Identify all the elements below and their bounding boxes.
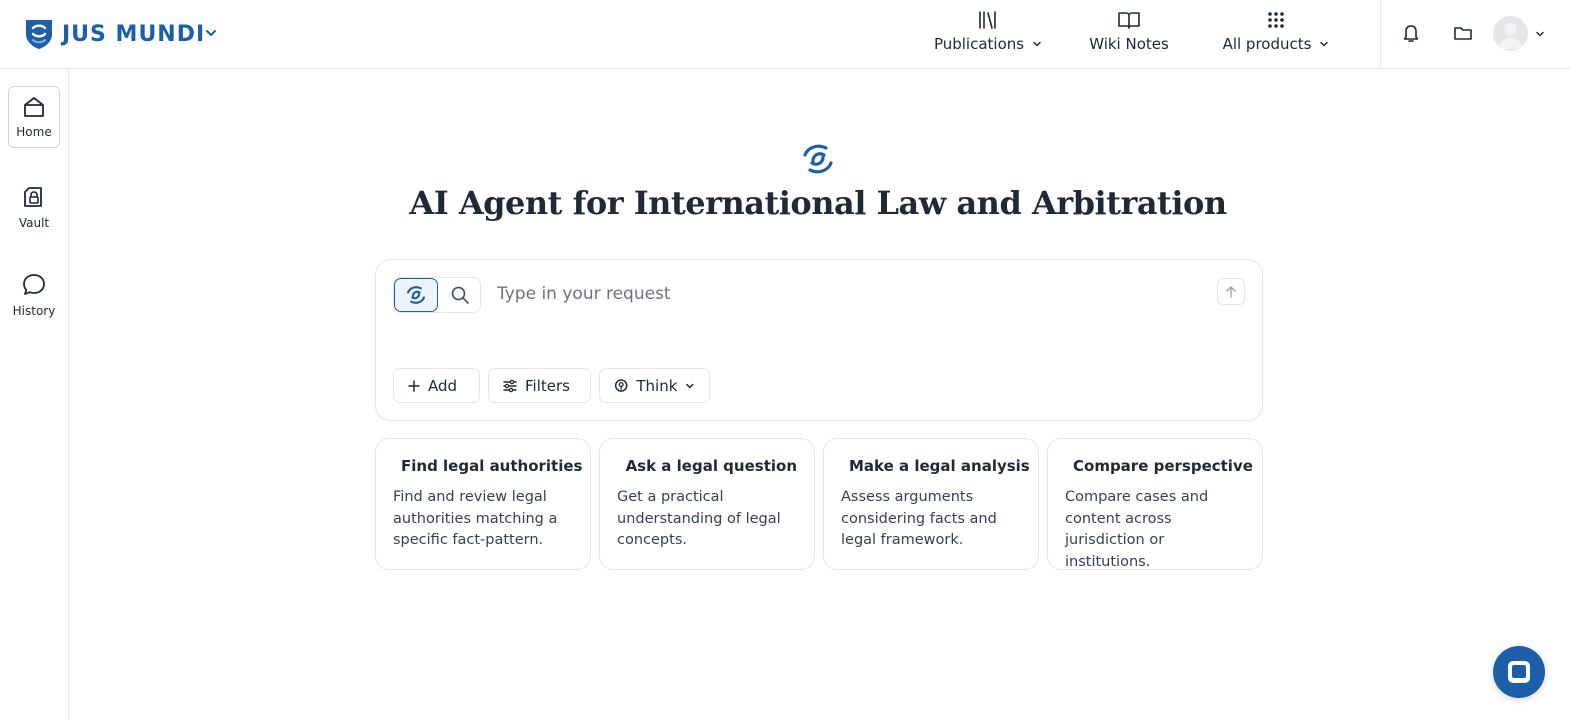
- nav-wiki-notes[interactable]: Wiki Notes: [1089, 9, 1169, 59]
- think-dropdown[interactable]: Think: [599, 368, 710, 403]
- sidebar-item-home[interactable]: Home: [8, 86, 60, 148]
- folder-icon: [1454, 27, 1472, 40]
- sidebar: Home Vault History: [0, 69, 69, 720]
- card-title: Make a legal analysis: [849, 457, 1030, 475]
- request-composer: Add Filters Think: [375, 259, 1263, 421]
- user-silhouette-icon: [1499, 23, 1522, 49]
- jus-mundi-shield-icon: [26, 20, 52, 49]
- request-input[interactable]: [497, 280, 1197, 308]
- agent-mode-button[interactable]: [394, 278, 438, 312]
- add-button[interactable]: Add: [393, 368, 480, 403]
- sidebar-item-history[interactable]: History: [8, 264, 60, 326]
- ai-agent-swirl-icon: [803, 144, 833, 174]
- chat-bubble-icon: [23, 274, 45, 295]
- nav-publications[interactable]: Publications: [933, 9, 1041, 59]
- add-button-label: Add: [428, 376, 458, 395]
- chat-window-icon: [1508, 661, 1530, 683]
- card-description: Find and review legal authorities matchi…: [393, 489, 558, 548]
- nav-all-products-label: All products: [1222, 35, 1312, 53]
- brand-name: JUS MUNDI: [62, 21, 206, 47]
- chevron-down-icon: [686, 383, 694, 388]
- books-icon: [979, 11, 996, 29]
- brain-icon: [614, 379, 628, 392]
- card-title: Find legal authorities: [401, 457, 583, 475]
- nav-publications-label: Publications: [933, 35, 1025, 53]
- card-description: Get a practical understanding of legal c…: [617, 489, 781, 548]
- notifications-button[interactable]: [1400, 22, 1422, 44]
- sidebar-item-label: Home: [16, 125, 52, 139]
- nav-wiki-notes-label: Wiki Notes: [1089, 35, 1169, 53]
- sidebar-item-label: History: [12, 304, 56, 318]
- think-label: Think: [636, 376, 678, 395]
- copy-search-icon: [617, 465, 618, 467]
- search-mode-button[interactable]: [440, 278, 480, 312]
- ai-agent-swirl-icon: [406, 286, 426, 304]
- page-title: AI Agent for International Law and Arbit…: [409, 184, 1227, 222]
- open-book-icon: [1118, 12, 1140, 29]
- card-description: Assess arguments considering facts and l…: [841, 489, 997, 548]
- top-bar: JUS MUNDI Publications Wiki Notes All pr…: [0, 0, 1571, 69]
- brand-logo[interactable]: JUS MUNDI: [24, 18, 205, 50]
- folders-button[interactable]: [1452, 22, 1474, 44]
- suggestion-card-ask-legal-question[interactable]: Ask a legal question Get a practical und…: [599, 438, 815, 570]
- account-chevron-down-icon[interactable]: [1535, 29, 1545, 39]
- nav-all-products[interactable]: All products: [1222, 9, 1329, 59]
- filters-button[interactable]: Filters: [488, 368, 591, 403]
- chevron-down-icon: [1033, 41, 1041, 47]
- send-button[interactable]: [1217, 278, 1245, 305]
- suggestion-card-compare-perspective[interactable]: Compare perspective Compare cases and co…: [1047, 438, 1263, 570]
- mode-toggle: [393, 277, 481, 313]
- support-chat-button[interactable]: [1493, 646, 1545, 698]
- arrow-up-icon: [1226, 285, 1236, 298]
- grid-icon: [1268, 12, 1284, 28]
- sliders-icon: [503, 379, 517, 392]
- suggestion-card-find-legal-authorities[interactable]: Find legal authorities Find and review l…: [375, 438, 591, 570]
- card-description: Compare cases and content across jurisdi…: [1065, 489, 1209, 570]
- card-title: Ask a legal question: [625, 457, 797, 475]
- topbar-divider: [1380, 0, 1381, 69]
- chevron-down-icon: [1320, 41, 1329, 47]
- search-icon: [451, 286, 469, 304]
- home-icon: [24, 97, 44, 117]
- bell-icon: [1403, 25, 1419, 42]
- avatar[interactable]: [1493, 16, 1528, 51]
- card-title: Compare perspective: [1073, 457, 1253, 475]
- brand-menu-chevron-down-icon[interactable]: [204, 26, 218, 40]
- plus-icon: [408, 379, 420, 392]
- suggestion-card-make-legal-analysis[interactable]: Make a legal analysis Assess arguments c…: [823, 438, 1039, 570]
- filters-button-label: Filters: [525, 376, 570, 395]
